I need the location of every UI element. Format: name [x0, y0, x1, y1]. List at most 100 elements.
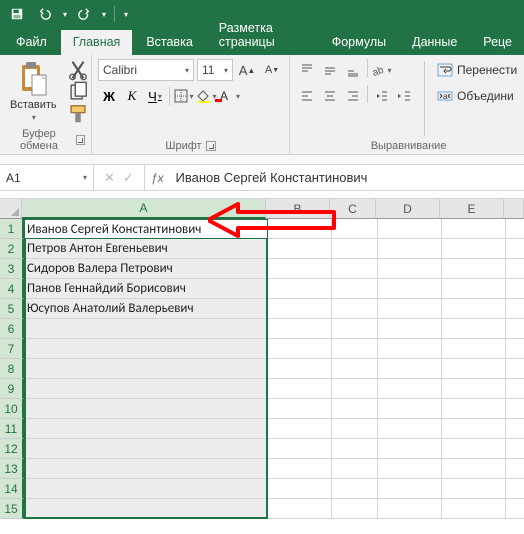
tab-page-layout[interactable]: Разметка страницы	[207, 16, 318, 55]
cell[interactable]	[506, 399, 524, 419]
fx-icon[interactable]: ƒx	[145, 165, 170, 190]
cell[interactable]	[378, 359, 442, 379]
cell[interactable]	[24, 479, 268, 499]
cell[interactable]	[442, 279, 506, 299]
row-header[interactable]: 13	[0, 459, 24, 479]
row-header[interactable]: 8	[0, 359, 24, 379]
cell[interactable]	[442, 479, 506, 499]
cell[interactable]	[442, 399, 506, 419]
cell[interactable]	[506, 479, 524, 499]
select-all-corner[interactable]	[0, 199, 22, 219]
format-painter-icon[interactable]	[67, 105, 89, 123]
cell[interactable]	[506, 419, 524, 439]
row-header[interactable]: 9	[0, 379, 24, 399]
column-header-C[interactable]: C	[330, 199, 376, 219]
cell[interactable]	[268, 259, 332, 279]
column-header-E[interactable]: E	[440, 199, 504, 219]
cell[interactable]	[442, 339, 506, 359]
cancel-icon[interactable]: ✕	[104, 170, 115, 186]
align-left-icon[interactable]	[296, 85, 318, 107]
cell[interactable]	[268, 479, 332, 499]
paste-dropdown-icon[interactable]: ▾	[32, 113, 36, 122]
cell[interactable]	[268, 339, 332, 359]
cell[interactable]	[442, 439, 506, 459]
cell[interactable]	[332, 499, 378, 519]
clipboard-expand-icon[interactable]	[76, 135, 85, 145]
font-name-combo[interactable]: Calibri ▾	[98, 59, 194, 81]
cell[interactable]	[332, 279, 378, 299]
wrap-text-button[interactable]: Перенести	[433, 59, 521, 81]
cell[interactable]	[442, 299, 506, 319]
cell[interactable]	[332, 319, 378, 339]
cell[interactable]	[24, 499, 268, 519]
cell[interactable]	[24, 439, 268, 459]
cell[interactable]	[378, 299, 442, 319]
cell[interactable]	[378, 259, 442, 279]
cell[interactable]	[506, 319, 524, 339]
bold-button[interactable]: Ж	[98, 85, 120, 107]
row-header[interactable]: 2	[0, 239, 24, 259]
cell[interactable]	[268, 299, 332, 319]
tab-insert[interactable]: Вставка	[134, 30, 204, 55]
cell[interactable]	[24, 399, 268, 419]
cell[interactable]	[506, 279, 524, 299]
column-header-D[interactable]: D	[376, 199, 440, 219]
row-header[interactable]: 11	[0, 419, 24, 439]
merge-center-button[interactable]: a Объедини	[433, 85, 521, 107]
cell[interactable]	[332, 459, 378, 479]
cell[interactable]	[268, 399, 332, 419]
cell[interactable]	[268, 319, 332, 339]
cell[interactable]: Юсупов Анатолий Валерьевич	[24, 299, 268, 319]
cell[interactable]	[332, 219, 378, 239]
qat-customize-icon[interactable]: ▾	[124, 10, 128, 19]
paste-button[interactable]: Вставить ▾	[6, 59, 61, 126]
tab-data[interactable]: Данные	[400, 30, 469, 55]
cell[interactable]	[332, 399, 378, 419]
align-right-icon[interactable]	[342, 85, 364, 107]
cell[interactable]	[442, 259, 506, 279]
cell[interactable]	[442, 419, 506, 439]
cell[interactable]	[24, 219, 268, 239]
cells-area[interactable]: Петров Антон Евгеньевич Сидоров Валера П…	[24, 219, 524, 519]
cell[interactable]	[332, 299, 378, 319]
row-header[interactable]: 5	[0, 299, 24, 319]
cut-icon[interactable]	[67, 61, 89, 79]
increase-indent-icon[interactable]	[394, 85, 416, 107]
cell[interactable]	[378, 379, 442, 399]
cell[interactable]	[268, 499, 332, 519]
row-header[interactable]: 1	[0, 219, 24, 239]
font-expand-icon[interactable]	[206, 141, 216, 151]
row-header[interactable]: 3	[0, 259, 24, 279]
cell[interactable]	[332, 439, 378, 459]
cell[interactable]	[378, 419, 442, 439]
cell[interactable]	[506, 259, 524, 279]
cell[interactable]	[506, 379, 524, 399]
font-color-icon[interactable]: А▾	[219, 85, 241, 107]
cell[interactable]	[378, 339, 442, 359]
copy-icon[interactable]	[67, 83, 89, 101]
undo-icon[interactable]	[34, 3, 56, 25]
column-header-A[interactable]: A	[22, 199, 266, 219]
cell[interactable]	[442, 239, 506, 259]
cell[interactable]	[24, 419, 268, 439]
tab-home[interactable]: Главная	[61, 30, 133, 55]
redo-dropdown-icon[interactable]: ▾	[102, 10, 106, 19]
cell[interactable]	[268, 459, 332, 479]
row-header[interactable]: 6	[0, 319, 24, 339]
cell[interactable]	[506, 219, 524, 239]
cell[interactable]	[24, 359, 268, 379]
cell[interactable]	[268, 439, 332, 459]
cell[interactable]	[378, 499, 442, 519]
cell[interactable]	[332, 239, 378, 259]
cell[interactable]	[378, 239, 442, 259]
fill-color-icon[interactable]: ▾	[196, 85, 218, 107]
cell[interactable]	[332, 259, 378, 279]
align-middle-icon[interactable]	[319, 59, 341, 81]
cell[interactable]	[332, 419, 378, 439]
cell[interactable]	[24, 319, 268, 339]
underline-button[interactable]: Ч▾	[144, 85, 166, 107]
cell[interactable]: Панов Геннайдий Борисович	[24, 279, 268, 299]
save-icon[interactable]	[6, 3, 28, 25]
cell[interactable]	[332, 379, 378, 399]
cell[interactable]	[268, 219, 332, 239]
